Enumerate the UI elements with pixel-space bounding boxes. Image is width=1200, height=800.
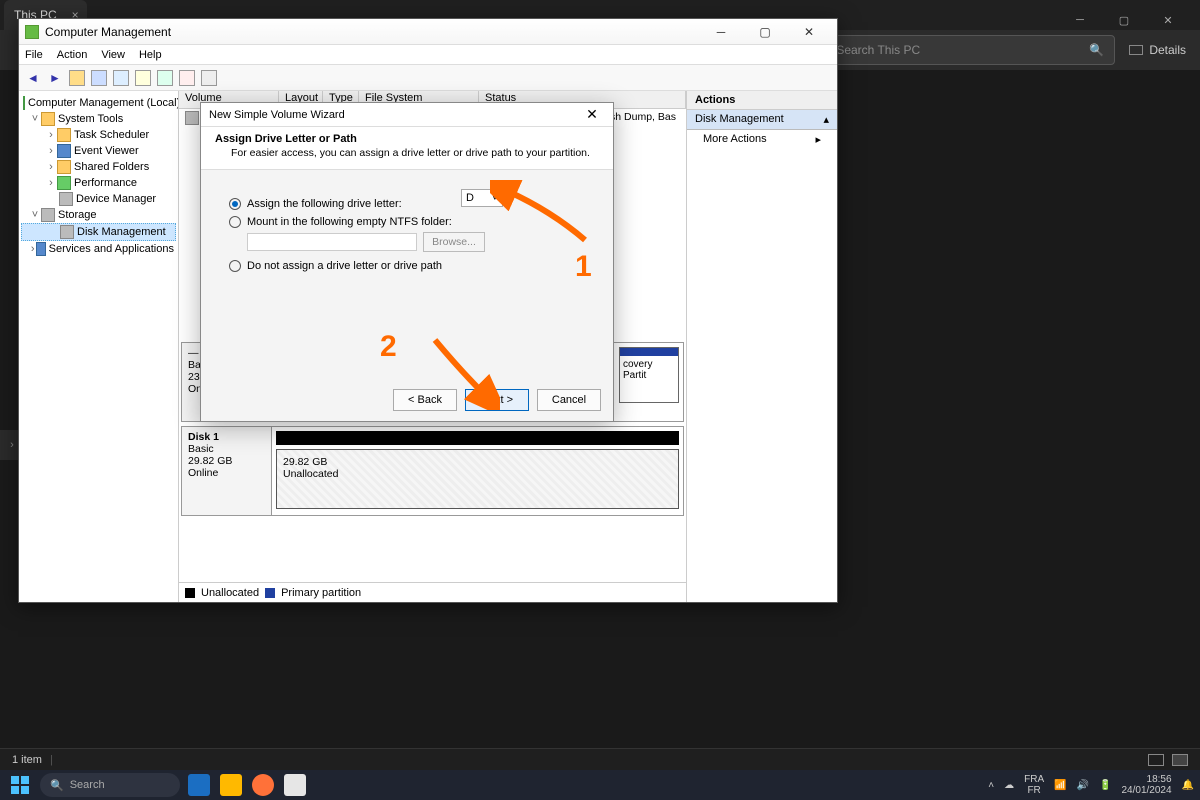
cm-app-icon	[25, 25, 39, 39]
chevron-right-icon: ▸	[815, 133, 821, 146]
radio-no-letter[interactable]	[229, 260, 241, 272]
details-icon	[1129, 45, 1143, 55]
legend-unalloc: Unallocated	[201, 587, 259, 599]
taskbar-app-explorer[interactable]	[220, 774, 242, 796]
tree-device-manager[interactable]: Device Manager	[21, 191, 176, 207]
actions-more[interactable]: More Actions ▸	[687, 130, 837, 148]
nav-tree: Computer Management (Local) ˅System Tool…	[19, 91, 179, 602]
radio-assign-letter[interactable]	[229, 198, 241, 210]
cm-maximize-icon[interactable]: ▢	[743, 19, 787, 45]
wizard-title: New Simple Volume Wizard	[209, 109, 345, 121]
cm-title: Computer Management	[45, 25, 171, 39]
menu-file[interactable]: File	[25, 49, 43, 61]
taskbar-app-copilot[interactable]	[188, 774, 210, 796]
actions-header: Actions	[687, 91, 837, 110]
tree-performance[interactable]: ›Performance	[21, 175, 176, 191]
cancel-button[interactable]: Cancel	[537, 389, 601, 411]
browse-button[interactable]: Browse...	[423, 232, 485, 252]
back-button[interactable]: < Back	[393, 389, 457, 411]
toolbar-icon-2[interactable]	[91, 70, 107, 86]
wizard-heading: Assign Drive Letter or Path	[215, 133, 599, 145]
tree-storage[interactable]: ˅Storage	[21, 207, 176, 223]
tree-disk-management[interactable]: Disk Management	[21, 223, 176, 241]
tray-wifi-icon[interactable]: 📶	[1054, 780, 1066, 791]
tree-event-viewer[interactable]: ›Event Viewer	[21, 143, 176, 159]
recovery-label: covery Partit	[623, 359, 652, 381]
taskbar-app-4[interactable]	[284, 774, 306, 796]
actions-disk-mgmt[interactable]: Disk Management▴	[687, 110, 837, 130]
chevron-up-icon: ▴	[823, 113, 829, 126]
legend-unalloc-icon	[185, 588, 195, 598]
next-button[interactable]: Next >	[465, 389, 529, 411]
tray-cloud-icon[interactable]: ☁	[1004, 780, 1014, 791]
taskbar: 🔍 Search ˄ ☁ FRA FR 📶 🔊 🔋 18:56 24/01/20…	[0, 770, 1200, 800]
start-button[interactable]	[6, 771, 34, 799]
forward-icon[interactable]: ►	[45, 68, 65, 88]
unallocated-partition[interactable]: 29.82 GB Unallocated	[276, 449, 679, 509]
tray-battery-icon[interactable]: 🔋	[1099, 780, 1111, 791]
details-button[interactable]: Details	[1129, 43, 1186, 57]
radio-mount-folder[interactable]	[229, 216, 241, 228]
back-icon[interactable]: ◄	[23, 68, 43, 88]
chevron-down-icon: ˅	[492, 192, 498, 204]
help-icon[interactable]	[113, 70, 129, 86]
search-input[interactable]: Search This PC 🔍	[825, 35, 1115, 65]
opt-assign-label: Assign the following drive letter:	[247, 198, 402, 210]
tree-task-scheduler[interactable]: ›Task Scheduler	[21, 127, 176, 143]
tree-system-tools[interactable]: ˅System Tools	[21, 111, 176, 127]
toolbar-icon-5[interactable]	[179, 70, 195, 86]
folder-path-input[interactable]	[247, 233, 417, 251]
taskbar-search[interactable]: 🔍 Search	[40, 773, 180, 797]
disk1-row: Disk 1 Basic 29.82 GB Online 29.82 GB Un…	[181, 426, 684, 516]
wizard-close-icon[interactable]: ✕	[579, 106, 605, 123]
legend-primary: Primary partition	[281, 587, 361, 599]
details-label: Details	[1149, 43, 1186, 57]
opt-none-label: Do not assign a drive letter or drive pa…	[247, 260, 442, 272]
tree-services[interactable]: ›Services and Applications	[21, 241, 176, 257]
tree-root[interactable]: Computer Management (Local)	[21, 95, 176, 111]
search-icon: 🔍	[50, 779, 64, 792]
search-icon: 🔍	[1089, 43, 1104, 57]
view-list-icon[interactable]	[1148, 754, 1164, 766]
tray-lang2: FR	[1024, 785, 1044, 796]
tray-volume-icon[interactable]: 🔊	[1077, 780, 1089, 791]
tray-lang1[interactable]: FRA	[1024, 774, 1044, 785]
legend-primary-icon	[265, 588, 275, 598]
wizard-subheading: For easier access, you can assign a driv…	[231, 147, 599, 159]
toolbar-icon-6[interactable]	[201, 70, 217, 86]
cm-close-icon[interactable]: ✕	[787, 19, 831, 45]
menu-view[interactable]: View	[101, 49, 125, 61]
simple-volume-wizard: New Simple Volume Wizard ✕ Assign Drive …	[200, 102, 614, 422]
toolbar-icon-3[interactable]	[135, 70, 151, 86]
menu-action[interactable]: Action	[57, 49, 88, 61]
tray-chevron-icon[interactable]: ˄	[988, 780, 994, 791]
opt-mount-label: Mount in the following empty NTFS folder…	[247, 216, 452, 228]
status-cell: sh Dump, Bas	[610, 111, 676, 125]
toolbar-icon-4[interactable]	[157, 70, 173, 86]
tree-shared-folders[interactable]: ›Shared Folders	[21, 159, 176, 175]
toolbar-icon-1[interactable]	[69, 70, 85, 86]
tray-notifications-icon[interactable]: 🔔	[1182, 780, 1194, 791]
drive-letter-select[interactable]: D ˅	[461, 189, 503, 207]
disk1-name: Disk 1	[188, 431, 219, 443]
status-item-count: 1 item	[12, 754, 42, 766]
view-grid-icon[interactable]	[1172, 754, 1188, 766]
disk-header-strip	[276, 431, 679, 445]
cm-minimize-icon[interactable]: ─	[699, 19, 743, 45]
taskbar-app-firefox[interactable]	[252, 774, 274, 796]
tray-date: 24/01/2024	[1121, 785, 1171, 796]
menu-help[interactable]: Help	[139, 49, 162, 61]
search-placeholder: Search This PC	[836, 43, 920, 57]
tray-time[interactable]: 18:56	[1121, 774, 1171, 785]
